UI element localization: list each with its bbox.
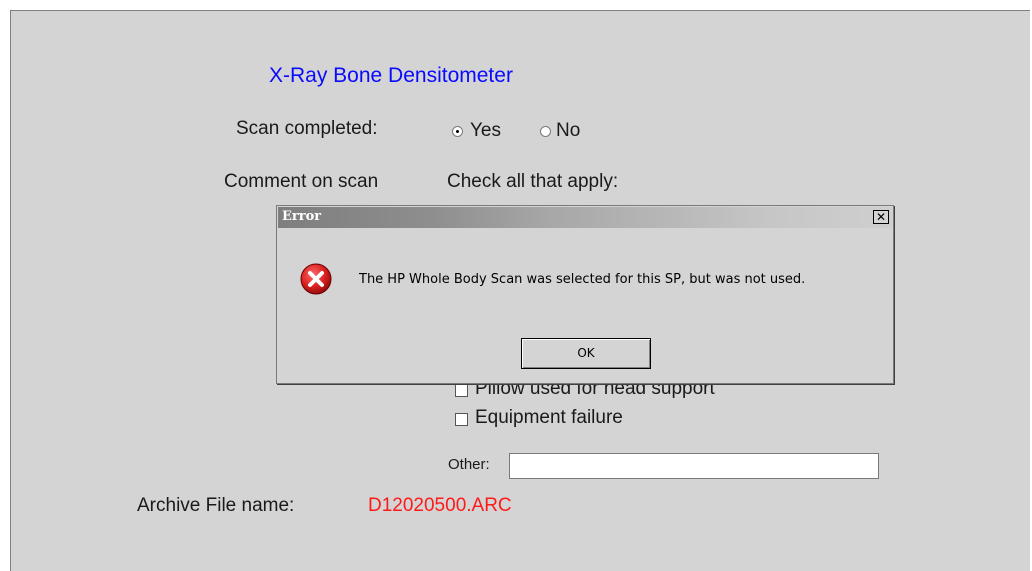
dialog-close-button[interactable]: ✕ <box>873 210 889 224</box>
scan-completed-yes-radio[interactable] <box>452 126 463 137</box>
scan-completed-no-label[interactable]: No <box>556 120 580 142</box>
dialog-titlebar[interactable]: Error ✕ <box>278 207 892 228</box>
error-x-icon <box>300 263 332 295</box>
equipment-failure-checkbox[interactable] <box>455 413 468 426</box>
other-label: Other: <box>448 456 490 473</box>
archive-file-name-value: D12020500.ARC <box>368 495 512 516</box>
close-icon: ✕ <box>875 210 887 224</box>
form-title: X-Ray Bone Densitometer <box>269 64 513 87</box>
archive-file-name-label: Archive File name: <box>137 495 295 516</box>
dialog-title: Error <box>282 209 322 224</box>
dialog-message: The HP Whole Body Scan was selected for … <box>359 272 806 287</box>
form-panel: X-Ray Bone Densitometer Scan completed: … <box>10 10 1030 571</box>
other-input[interactable] <box>509 453 879 479</box>
pillow-checkbox[interactable] <box>455 384 468 397</box>
comment-on-scan-label: Comment on scan <box>224 171 379 192</box>
equipment-failure-label[interactable]: Equipment failure <box>475 407 623 429</box>
scan-completed-no-radio[interactable] <box>540 126 551 137</box>
error-dialog: Error ✕ The HP Whole Body Scan was selec… <box>276 205 894 384</box>
scan-completed-label: Scan completed: <box>236 118 378 139</box>
check-all-hint: Check all that apply: <box>447 171 619 192</box>
scan-completed-yes-label[interactable]: Yes <box>470 120 501 142</box>
ok-button[interactable]: OK <box>521 338 651 369</box>
